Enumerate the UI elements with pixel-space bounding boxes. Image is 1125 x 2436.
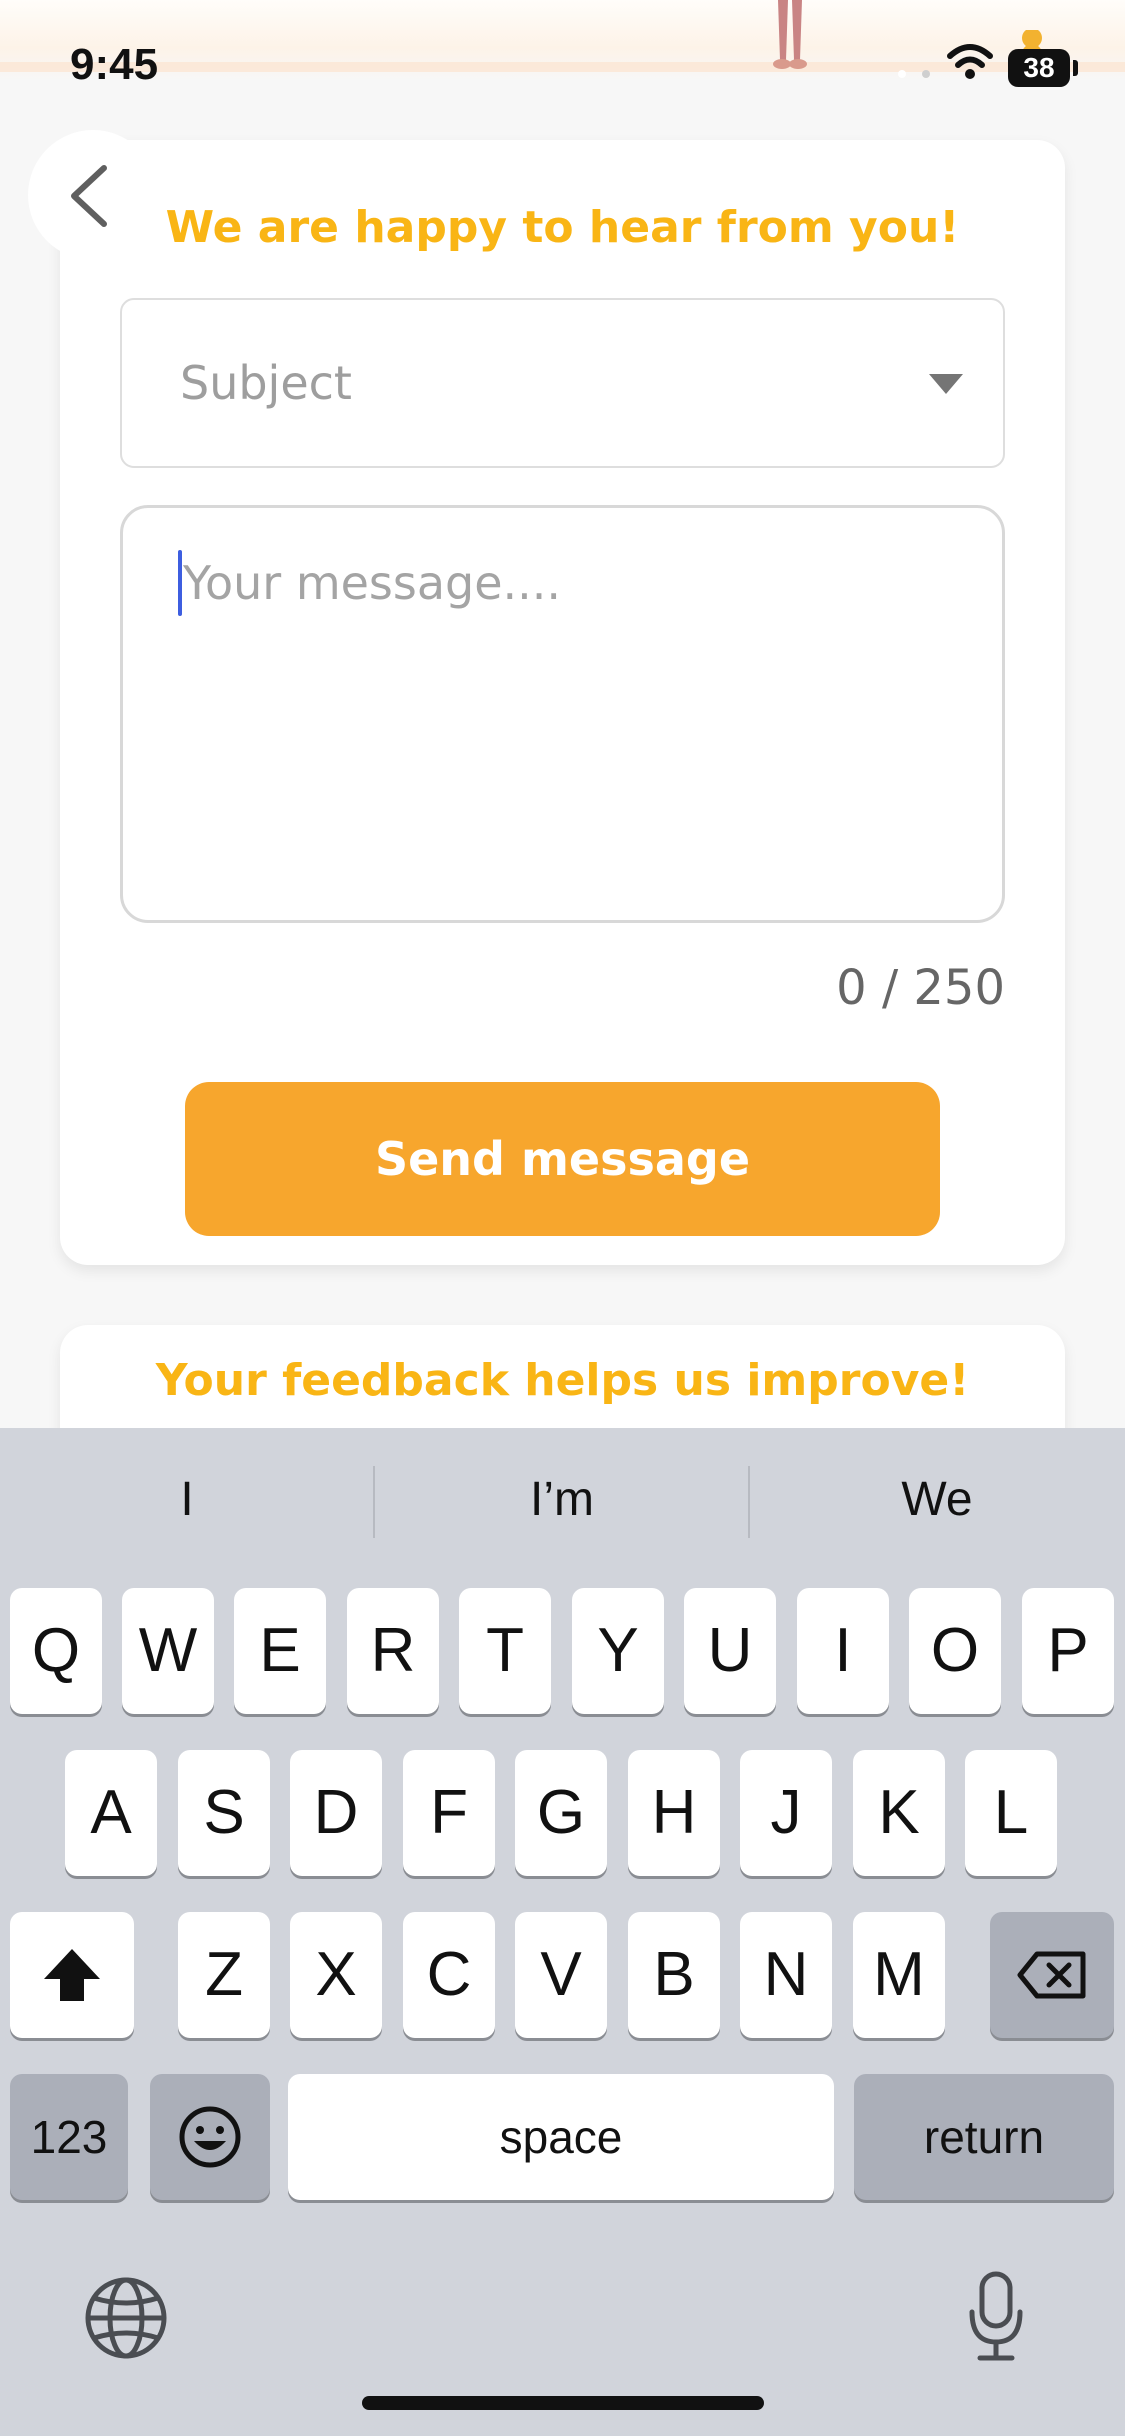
- send-message-button[interactable]: Send message: [185, 1082, 940, 1236]
- emoji-icon: [179, 2106, 241, 2168]
- key-n[interactable]: N: [740, 1912, 832, 2038]
- subject-placeholder: Subject: [180, 356, 352, 410]
- backspace-icon: [1017, 1951, 1086, 1999]
- shift-icon: [44, 1949, 100, 2001]
- key-s[interactable]: S: [178, 1750, 270, 1876]
- message-textarea[interactable]: Your message....: [120, 505, 1005, 923]
- form-title: We are happy to hear from you!: [165, 202, 960, 253]
- key-m[interactable]: M: [853, 1912, 945, 2038]
- key-r[interactable]: R: [347, 1588, 439, 1714]
- key-o[interactable]: O: [909, 1588, 1001, 1714]
- back-chevron-icon: [71, 165, 107, 227]
- key-q[interactable]: Q: [10, 1588, 102, 1714]
- emoji-key[interactable]: [150, 2074, 270, 2200]
- message-placeholder: Your message....: [183, 556, 562, 610]
- return-key[interactable]: return: [854, 2074, 1114, 2200]
- key-h[interactable]: H: [628, 1750, 720, 1876]
- back-button[interactable]: [28, 130, 158, 260]
- key-k[interactable]: K: [853, 1750, 945, 1876]
- key-v[interactable]: V: [515, 1912, 607, 2038]
- key-y[interactable]: Y: [572, 1588, 664, 1714]
- key-e[interactable]: E: [234, 1588, 326, 1714]
- status-time: 9:45: [70, 40, 159, 89]
- dropdown-arrow-icon: [929, 374, 963, 394]
- text-cursor: [178, 550, 182, 616]
- key-w[interactable]: W: [122, 1588, 214, 1714]
- key-d[interactable]: D: [290, 1750, 382, 1876]
- backspace-key[interactable]: [990, 1912, 1114, 2038]
- home-indicator: [362, 2396, 764, 2410]
- key-p[interactable]: P: [1022, 1588, 1114, 1714]
- key-j[interactable]: J: [740, 1750, 832, 1876]
- shift-key[interactable]: [10, 1912, 134, 2038]
- suggestion-3[interactable]: We: [750, 1472, 1124, 1527]
- space-key[interactable]: space: [288, 2074, 834, 2200]
- predictive-suggestions: I I’m We: [0, 1428, 1125, 1578]
- battery-tip: [1073, 60, 1078, 76]
- character-counter: 0 / 250: [836, 960, 1005, 1016]
- key-z[interactable]: Z: [178, 1912, 270, 2038]
- key-u[interactable]: U: [684, 1588, 776, 1714]
- suggestion-1[interactable]: I: [0, 1472, 374, 1527]
- illustration-figure: [773, 0, 807, 69]
- key-b[interactable]: B: [628, 1912, 720, 2038]
- key-a[interactable]: A: [65, 1750, 157, 1876]
- key-g[interactable]: G: [515, 1750, 607, 1876]
- key-f[interactable]: F: [403, 1750, 495, 1876]
- battery-indicator: 38: [1008, 49, 1070, 87]
- suggestion-2[interactable]: I’m: [375, 1472, 749, 1527]
- wifi-icon: [947, 44, 993, 79]
- key-c[interactable]: C: [403, 1912, 495, 2038]
- contact-form-card: We are happy to hear from you! Subject Y…: [60, 140, 1065, 1265]
- key-i[interactable]: I: [797, 1588, 889, 1714]
- feedback-title: Your feedback helps us improve!: [155, 1355, 970, 1406]
- key-l[interactable]: L: [965, 1750, 1057, 1876]
- numbers-key[interactable]: 123: [10, 2074, 128, 2200]
- globe-icon[interactable]: [84, 2276, 168, 2360]
- on-screen-keyboard: I I’m We Q W E R T Y U I O P A S D F G H…: [0, 1428, 1125, 2436]
- key-t[interactable]: T: [459, 1588, 551, 1714]
- microphone-icon[interactable]: [966, 2270, 1026, 2362]
- key-x[interactable]: X: [290, 1912, 382, 2038]
- subject-dropdown[interactable]: Subject: [120, 298, 1005, 468]
